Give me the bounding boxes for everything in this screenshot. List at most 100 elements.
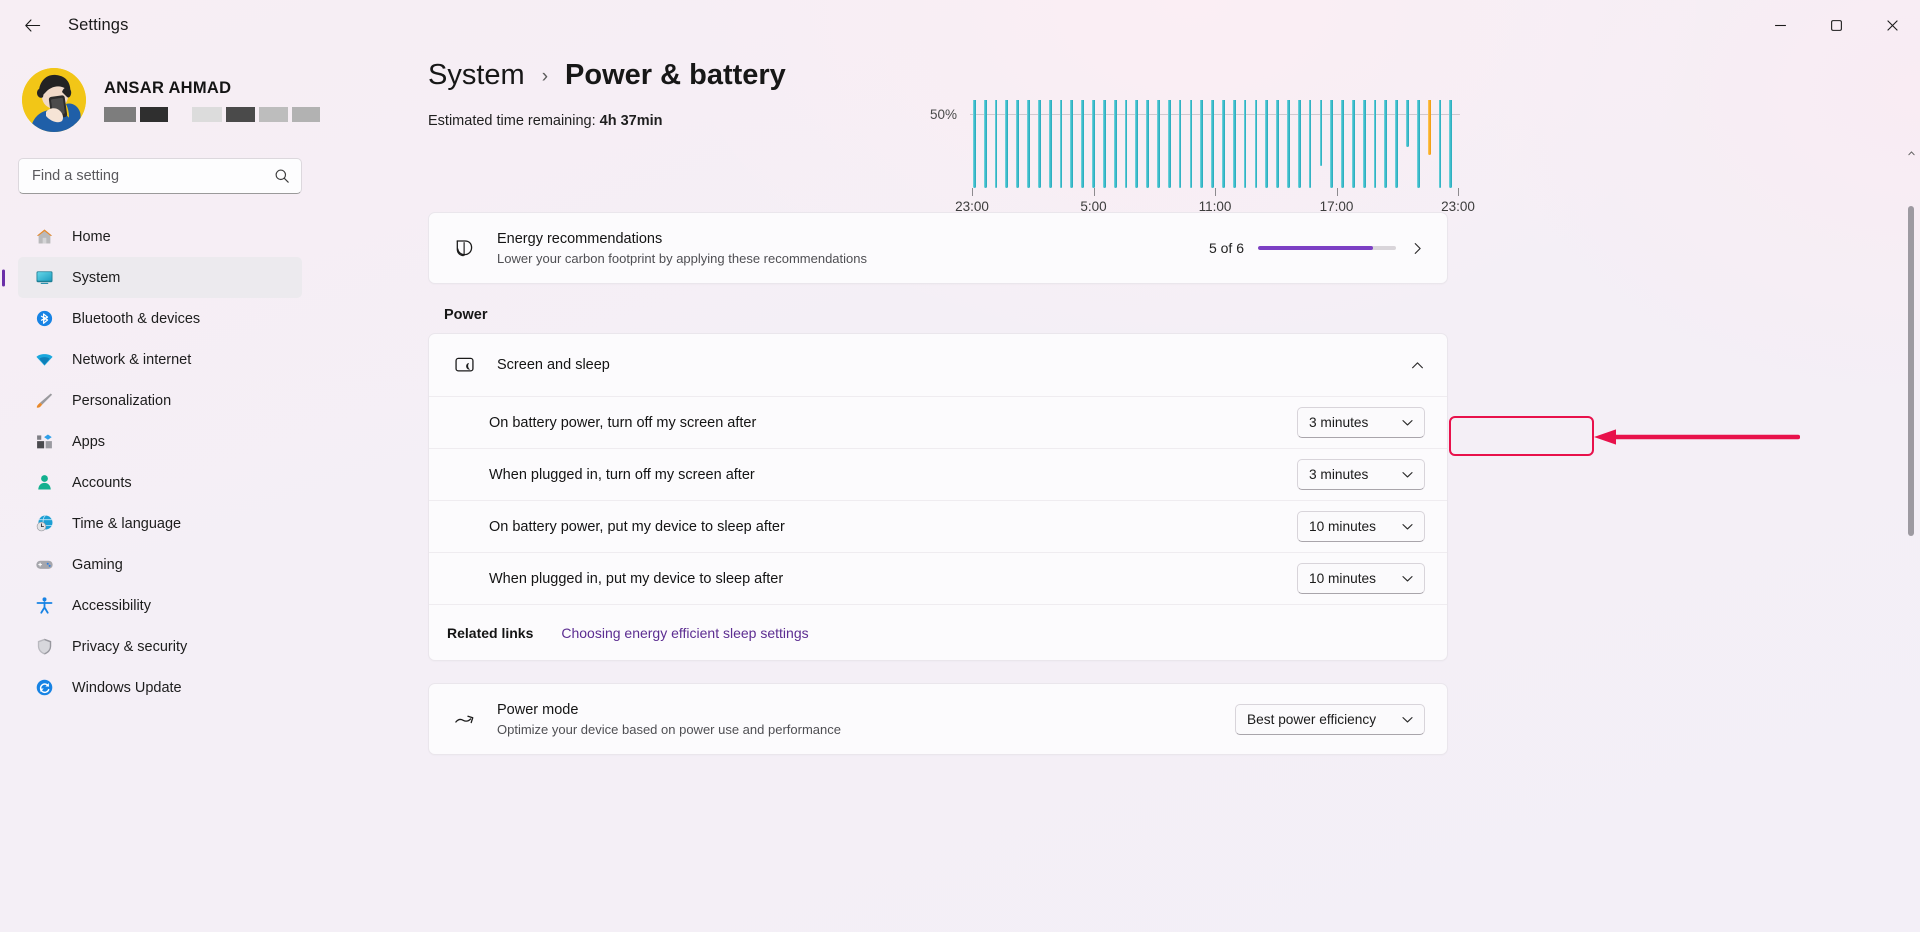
chart-bar (1255, 100, 1258, 188)
screen-and-sleep-title: Screen and sleep (497, 357, 1410, 373)
sidebar-item-network-internet[interactable]: Network & internet (18, 339, 302, 380)
search-box[interactable] (18, 158, 302, 194)
chart-bar (1395, 100, 1398, 188)
chart-tick (1337, 188, 1338, 196)
sidebar-item-bluetooth-devices[interactable]: Bluetooth & devices (18, 298, 302, 339)
power-mode-dropdown[interactable]: Best power efficiency (1235, 704, 1425, 735)
maximize-button[interactable] (1808, 0, 1864, 50)
shield-icon (34, 637, 54, 657)
chevron-down-icon (1400, 519, 1415, 534)
scrollbar-thumb[interactable] (1908, 206, 1914, 536)
title-bar: Settings (0, 0, 1920, 50)
account-icon (34, 473, 54, 493)
annotation-arrow-icon (1592, 426, 1800, 448)
chart-bar (1406, 100, 1409, 147)
accessibility-icon (34, 596, 54, 616)
chart-bar (984, 100, 987, 188)
estimate-label: Estimated time remaining: (428, 113, 596, 129)
power-mode-subtitle: Optimize your device based on power use … (497, 722, 1235, 737)
back-button[interactable] (12, 9, 52, 41)
sidebar-item-apps[interactable]: Apps (18, 421, 302, 462)
screen-off-plugged-value: 3 minutes (1309, 467, 1368, 482)
app-title: Settings (68, 16, 128, 35)
chart-bar (1439, 100, 1442, 188)
power-mode-icon (451, 706, 477, 732)
sleep-battery-row: On battery power, put my device to sleep… (429, 500, 1447, 552)
minimize-button[interactable] (1752, 0, 1808, 50)
chart-bar (1103, 100, 1106, 188)
sleep-plugged-dropdown[interactable]: 10 minutes (1297, 563, 1425, 594)
chart-bar (1449, 100, 1452, 188)
chevron-right-icon[interactable] (1410, 241, 1425, 256)
chart-bar (1081, 100, 1084, 188)
screen-off-plugged-dropdown[interactable]: 3 minutes (1297, 459, 1425, 490)
sidebar-item-home[interactable]: Home (18, 216, 302, 257)
sidebar-item-privacy-security[interactable]: Privacy & security (18, 626, 302, 667)
sidebar-item-label: Bluetooth & devices (72, 311, 200, 327)
breadcrumb-root[interactable]: System (428, 59, 525, 92)
sleep-battery-dropdown[interactable]: 10 minutes (1297, 511, 1425, 542)
screen-off-plugged-row: When plugged in, turn off my screen afte… (429, 448, 1447, 500)
chart-bar (1222, 100, 1225, 188)
sidebar-item-label: Accounts (72, 475, 132, 491)
chart-bar (1049, 100, 1052, 188)
chart-bar (1287, 100, 1290, 188)
chevron-up-icon[interactable] (1410, 358, 1425, 373)
sidebar-item-accessibility[interactable]: Accessibility (18, 585, 302, 626)
chart-bar (1190, 100, 1193, 188)
chart-bar (1135, 100, 1138, 188)
chart-bar (1146, 100, 1149, 188)
chevron-down-icon (1400, 712, 1415, 727)
sleep-plugged-label: When plugged in, put my device to sleep … (489, 571, 783, 587)
annotation-highlight-box (1449, 416, 1594, 456)
sidebar-item-label: Privacy & security (72, 639, 187, 655)
chart-bar (1265, 100, 1268, 188)
close-icon (1886, 19, 1899, 32)
chart-bar (1005, 100, 1008, 188)
chart-bar (1309, 100, 1312, 188)
sleep-plugged-row: When plugged in, put my device to sleep … (429, 552, 1447, 604)
leaf-icon (451, 235, 477, 261)
sidebar-item-label: Gaming (72, 557, 123, 573)
screen-off-battery-dropdown[interactable]: 3 minutes (1297, 407, 1425, 438)
search-input[interactable] (19, 168, 301, 184)
chart-bar (1233, 100, 1236, 188)
sidebar-item-personalization[interactable]: Personalization (18, 380, 302, 421)
sidebar-item-label: Apps (72, 434, 105, 450)
estimate-value: 4h 37min (600, 113, 663, 129)
chart-bar (1352, 100, 1355, 188)
sidebar-item-label: Accessibility (72, 598, 151, 614)
avatar (22, 68, 86, 132)
system-icon (34, 268, 54, 288)
breadcrumb: System › Power & battery (428, 59, 1920, 92)
chart-bar (1244, 100, 1247, 188)
sidebar-item-windows-update[interactable]: Windows Update (18, 667, 302, 708)
screen-and-sleep-card: Screen and sleep On battery power, turn … (428, 333, 1448, 661)
sidebar-item-system[interactable]: System (18, 257, 302, 298)
sidebar: ANSAR AHMAD (0, 50, 320, 932)
energy-recommendations-count: 5 of 6 (1209, 240, 1244, 256)
scrollbar[interactable] (1904, 146, 1918, 932)
close-button[interactable] (1864, 0, 1920, 50)
screen-off-battery-label: On battery power, turn off my screen aft… (489, 415, 756, 431)
sidebar-nav: Home System (18, 216, 302, 708)
screen-and-sleep-header[interactable]: Screen and sleep (429, 334, 1447, 396)
sidebar-item-time-language[interactable]: Time & language (18, 503, 302, 544)
chart-bar (1298, 100, 1301, 188)
related-link[interactable]: Choosing energy efficient sleep settings (561, 625, 808, 641)
chart-bar (1125, 100, 1128, 188)
energy-progress-bar (1258, 246, 1396, 250)
chart-bar (973, 100, 976, 188)
chart-bar (1200, 100, 1203, 188)
sidebar-item-label: Windows Update (72, 680, 182, 696)
screen-off-battery-row: On battery power, turn off my screen aft… (429, 396, 1447, 448)
energy-recommendations-card[interactable]: Energy recommendations Lower your carbon… (428, 212, 1448, 284)
sidebar-item-label: Time & language (72, 516, 181, 532)
user-profile[interactable]: ANSAR AHMAD (22, 68, 302, 132)
sidebar-item-accounts[interactable]: Accounts (18, 462, 302, 503)
chart-bar (1114, 100, 1117, 188)
sleep-battery-label: On battery power, put my device to sleep… (489, 519, 785, 535)
scroll-up-button[interactable] (1904, 146, 1918, 160)
chevron-down-icon (1400, 415, 1415, 430)
sidebar-item-gaming[interactable]: Gaming (18, 544, 302, 585)
